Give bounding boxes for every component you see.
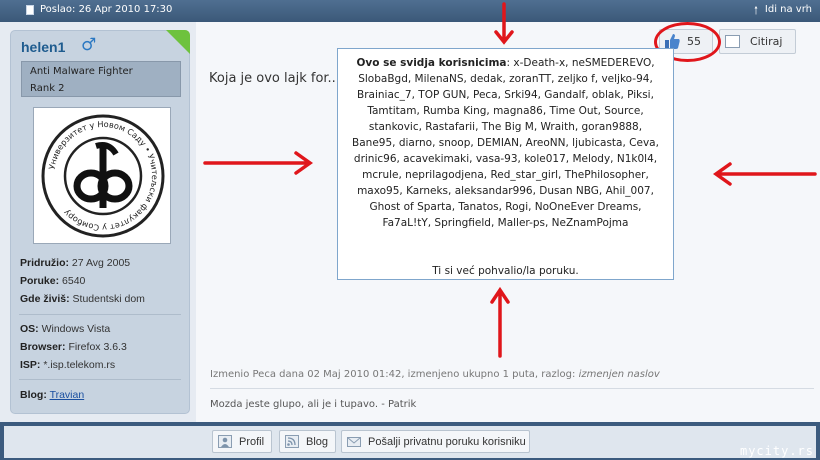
send-pm-label: Pošalji privatnu poruku korisniku — [368, 436, 526, 448]
edit-reason: izmenjen naslov — [578, 369, 660, 380]
blog-label: Blog — [306, 436, 329, 448]
profile-button[interactable]: Profil — [212, 430, 272, 453]
user-signature: Mozda jeste glupo, ali je i tupavo. - Pa… — [210, 399, 417, 410]
annotation-arrow-bottom — [490, 286, 510, 358]
annotation-arrow-left — [203, 151, 314, 175]
envelope-icon — [347, 437, 361, 447]
signature-divider — [210, 388, 814, 389]
profile-icon — [218, 435, 232, 448]
site-watermark: mycity.rs — [739, 444, 814, 458]
annotation-arrow-top — [494, 2, 514, 45]
edit-notice: Izmenio Peca dana 02 Maj 2010 01:42, izm… — [210, 369, 660, 380]
annotation-arrows — [203, 2, 817, 358]
profile-label: Profil — [239, 436, 265, 448]
blog-button[interactable]: Blog — [279, 430, 336, 453]
annotation-arrow-right — [712, 162, 817, 186]
rss-icon — [285, 435, 299, 448]
send-pm-button[interactable]: Pošalji privatnu poruku korisniku — [341, 430, 530, 453]
